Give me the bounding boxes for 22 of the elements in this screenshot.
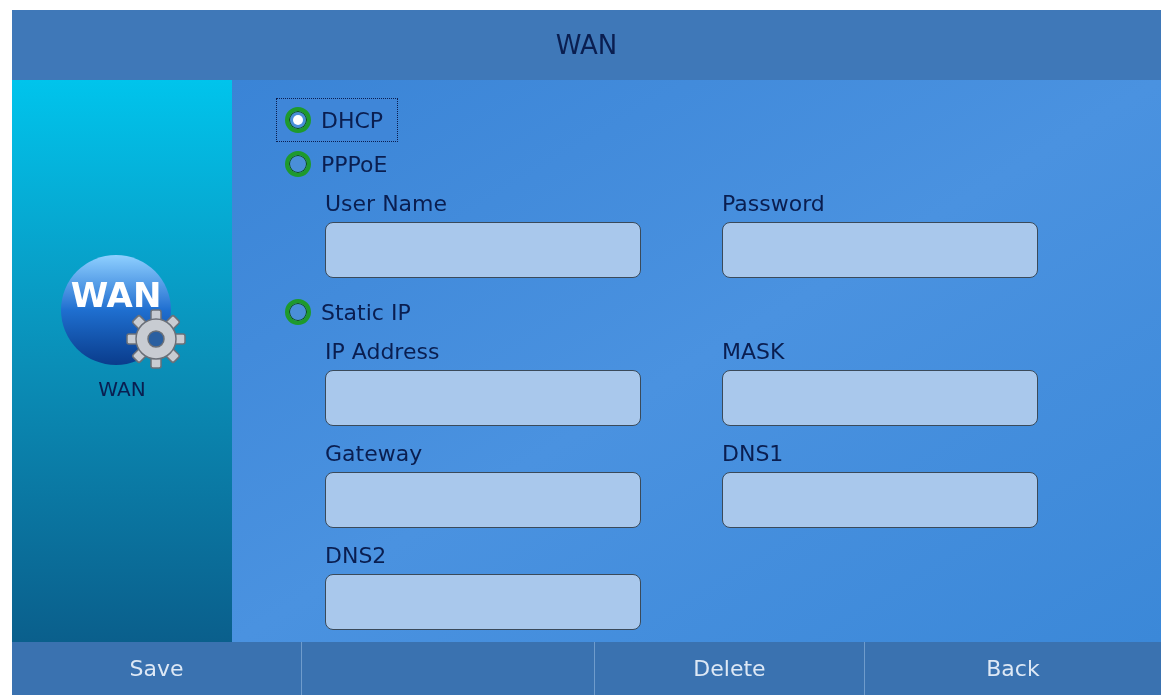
- input-field[interactable]: [325, 472, 641, 528]
- softkey-button[interactable]: Delete: [595, 642, 865, 695]
- field-label: MASK: [722, 338, 786, 366]
- input-field[interactable]: [722, 370, 1038, 426]
- input-field[interactable]: [325, 222, 641, 278]
- input-field[interactable]: [325, 574, 641, 630]
- softkey-button[interactable]: Save: [12, 642, 302, 695]
- window-title: WAN: [555, 28, 618, 62]
- radio-option[interactable]: PPPoE: [276, 142, 403, 186]
- field-label: User Name: [325, 190, 449, 218]
- sidebar-label: WAN: [98, 376, 146, 403]
- input-field[interactable]: [722, 222, 1038, 278]
- softkey-button[interactable]: Back: [865, 642, 1161, 695]
- field-label: IP Address: [325, 338, 441, 366]
- field-label: Password: [722, 190, 826, 218]
- field-label: DNS2: [325, 542, 388, 570]
- input-field[interactable]: [325, 370, 641, 426]
- field-label: DNS1: [722, 440, 785, 468]
- radio-option[interactable]: Static IP: [276, 290, 426, 334]
- field-label: Gateway: [325, 440, 424, 468]
- input-field[interactable]: [722, 472, 1038, 528]
- radio-option[interactable]: DHCP: [276, 98, 399, 142]
